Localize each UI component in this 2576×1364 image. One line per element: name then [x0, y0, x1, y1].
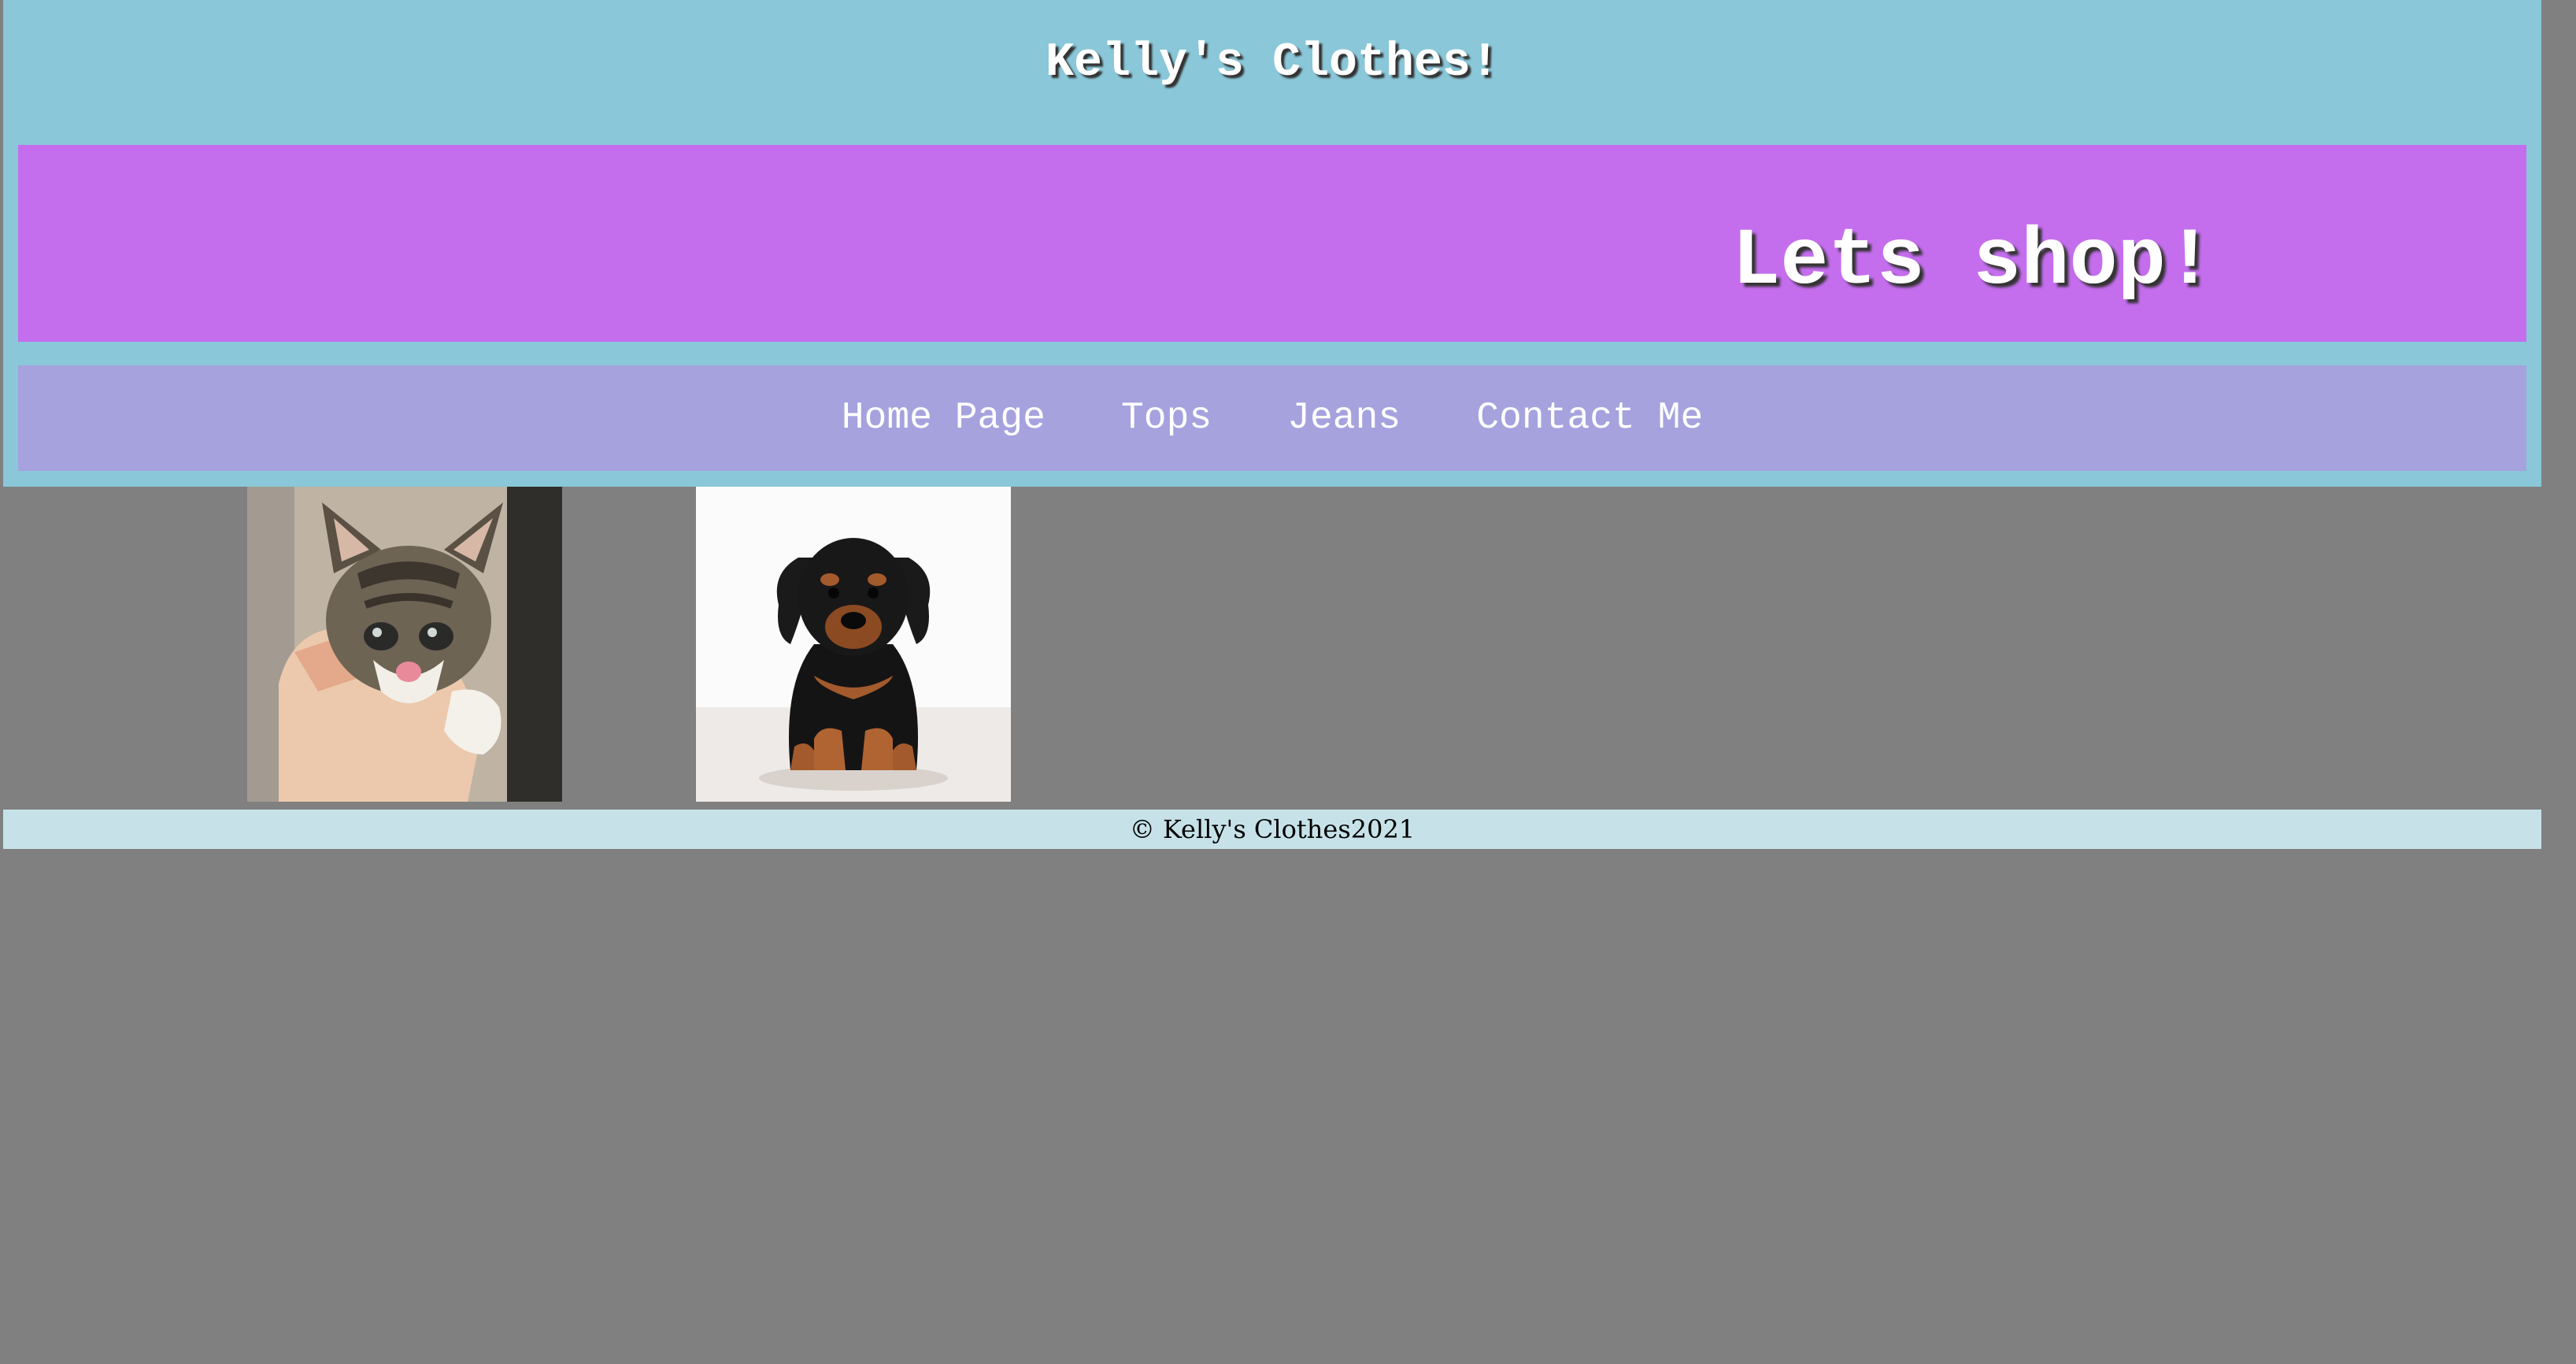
nav-link-home-page[interactable]: Home Page	[842, 397, 1046, 439]
nav-link-jeans[interactable]: Jeans	[1287, 397, 1401, 439]
nav-bar: Home Page Tops Jeans Contact Me	[18, 365, 2526, 471]
kitten-photo	[247, 487, 562, 802]
site-title: Kelly's Clothes!	[1045, 36, 1500, 90]
puppy-photo	[696, 487, 1011, 802]
puppy-image-icon	[696, 487, 1011, 802]
banner-text: Lets shop!	[1732, 216, 2215, 307]
kitten-image-icon	[247, 487, 562, 802]
site-footer: © Kelly's Clothes2021	[3, 810, 2541, 849]
nav-link-contact-me[interactable]: Contact Me	[1476, 397, 1703, 439]
nav-link-tops[interactable]: Tops	[1121, 397, 1212, 439]
